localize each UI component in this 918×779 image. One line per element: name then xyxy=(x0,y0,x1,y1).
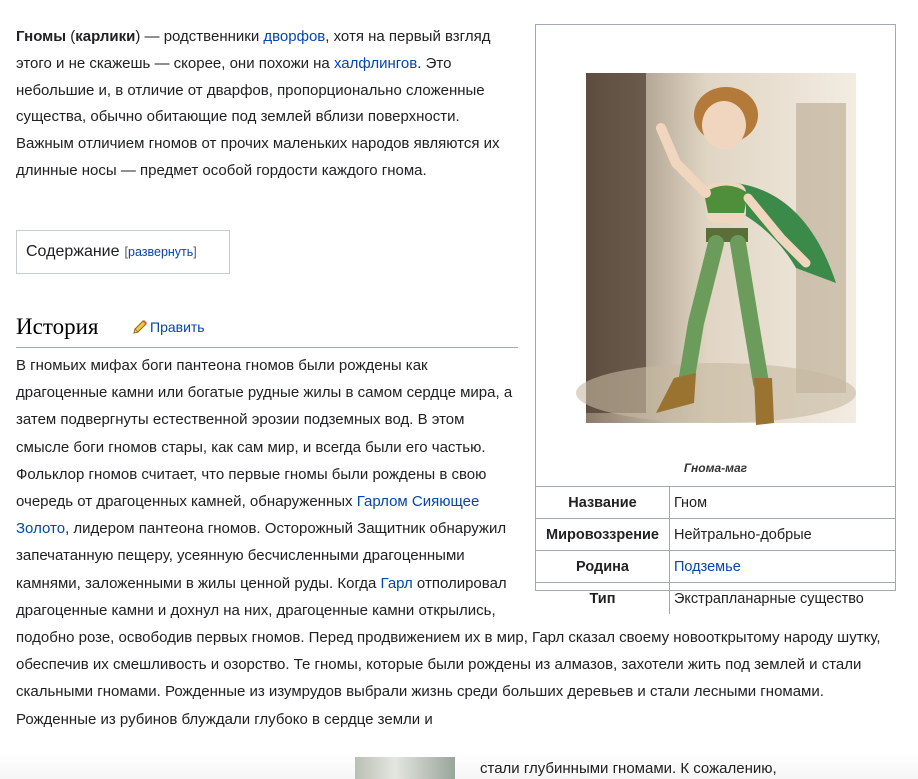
link-underdark[interactable]: Подземье xyxy=(674,559,741,575)
infobox-row: Родина Подземье xyxy=(536,550,895,583)
infobox-table: Название Гном Мировоззрение Нейтрально-д… xyxy=(536,486,895,614)
infobox-value: Нейтрально-добрые xyxy=(669,518,895,551)
intro-term: Гномы xyxy=(16,28,67,45)
infobox-row: Тип Экстрапланарные существо xyxy=(536,582,895,614)
history-last-line: стали глубинными гномами. К сожалению, xyxy=(480,760,777,777)
infobox-label: Название xyxy=(536,486,670,519)
toc-title: Содержание xyxy=(26,243,120,260)
edit-section-link[interactable]: Править xyxy=(132,319,205,335)
infobox-row: Мировоззрение Нейтрально-добрые xyxy=(536,518,895,551)
gnome-illustration[interactable] xyxy=(566,33,866,445)
infobox: Гнома-маг Название Гном Мировоззрение Не… xyxy=(535,24,896,614)
infobox-value: Гном xyxy=(669,486,895,519)
infobox-value: Экстрапланарные существо xyxy=(669,582,895,614)
infobox-label: Родина xyxy=(536,550,670,583)
edit-label[interactable]: Править xyxy=(150,319,205,335)
link-halflings[interactable]: халфлингов xyxy=(334,55,417,72)
link-garl[interactable]: Гарл xyxy=(381,575,413,592)
intro-text-1: — родственники xyxy=(140,28,264,45)
infobox-caption: Гнома-маг xyxy=(683,461,748,475)
table-of-contents: Содержание [развернуть] xyxy=(16,230,230,274)
pencil-icon xyxy=(133,320,147,334)
infobox-row: Название Гном xyxy=(536,486,895,519)
intro-paragraph: Гномы (карлики) — родственники дворфов, … xyxy=(16,28,500,179)
bottom-fade xyxy=(0,752,918,779)
intro-alias: карлики xyxy=(75,28,136,45)
section-heading: История Править xyxy=(16,313,518,348)
history-text-1: В гномьих мифах боги пантеона гномов был… xyxy=(16,357,513,511)
partial-thumbnail xyxy=(355,757,455,779)
infobox-label: Тип xyxy=(536,582,670,614)
toc-expand-link[interactable]: развернуть xyxy=(128,245,193,259)
section-title: История xyxy=(16,314,99,339)
infobox-label: Мировоззрение xyxy=(536,518,670,551)
intro-text-3: . Это небольшие и, в отличие от дварфов,… xyxy=(16,54,500,179)
toc-toggle-wrap: [развернуть] xyxy=(124,245,197,259)
link-dwarves[interactable]: дворфов xyxy=(263,28,325,45)
